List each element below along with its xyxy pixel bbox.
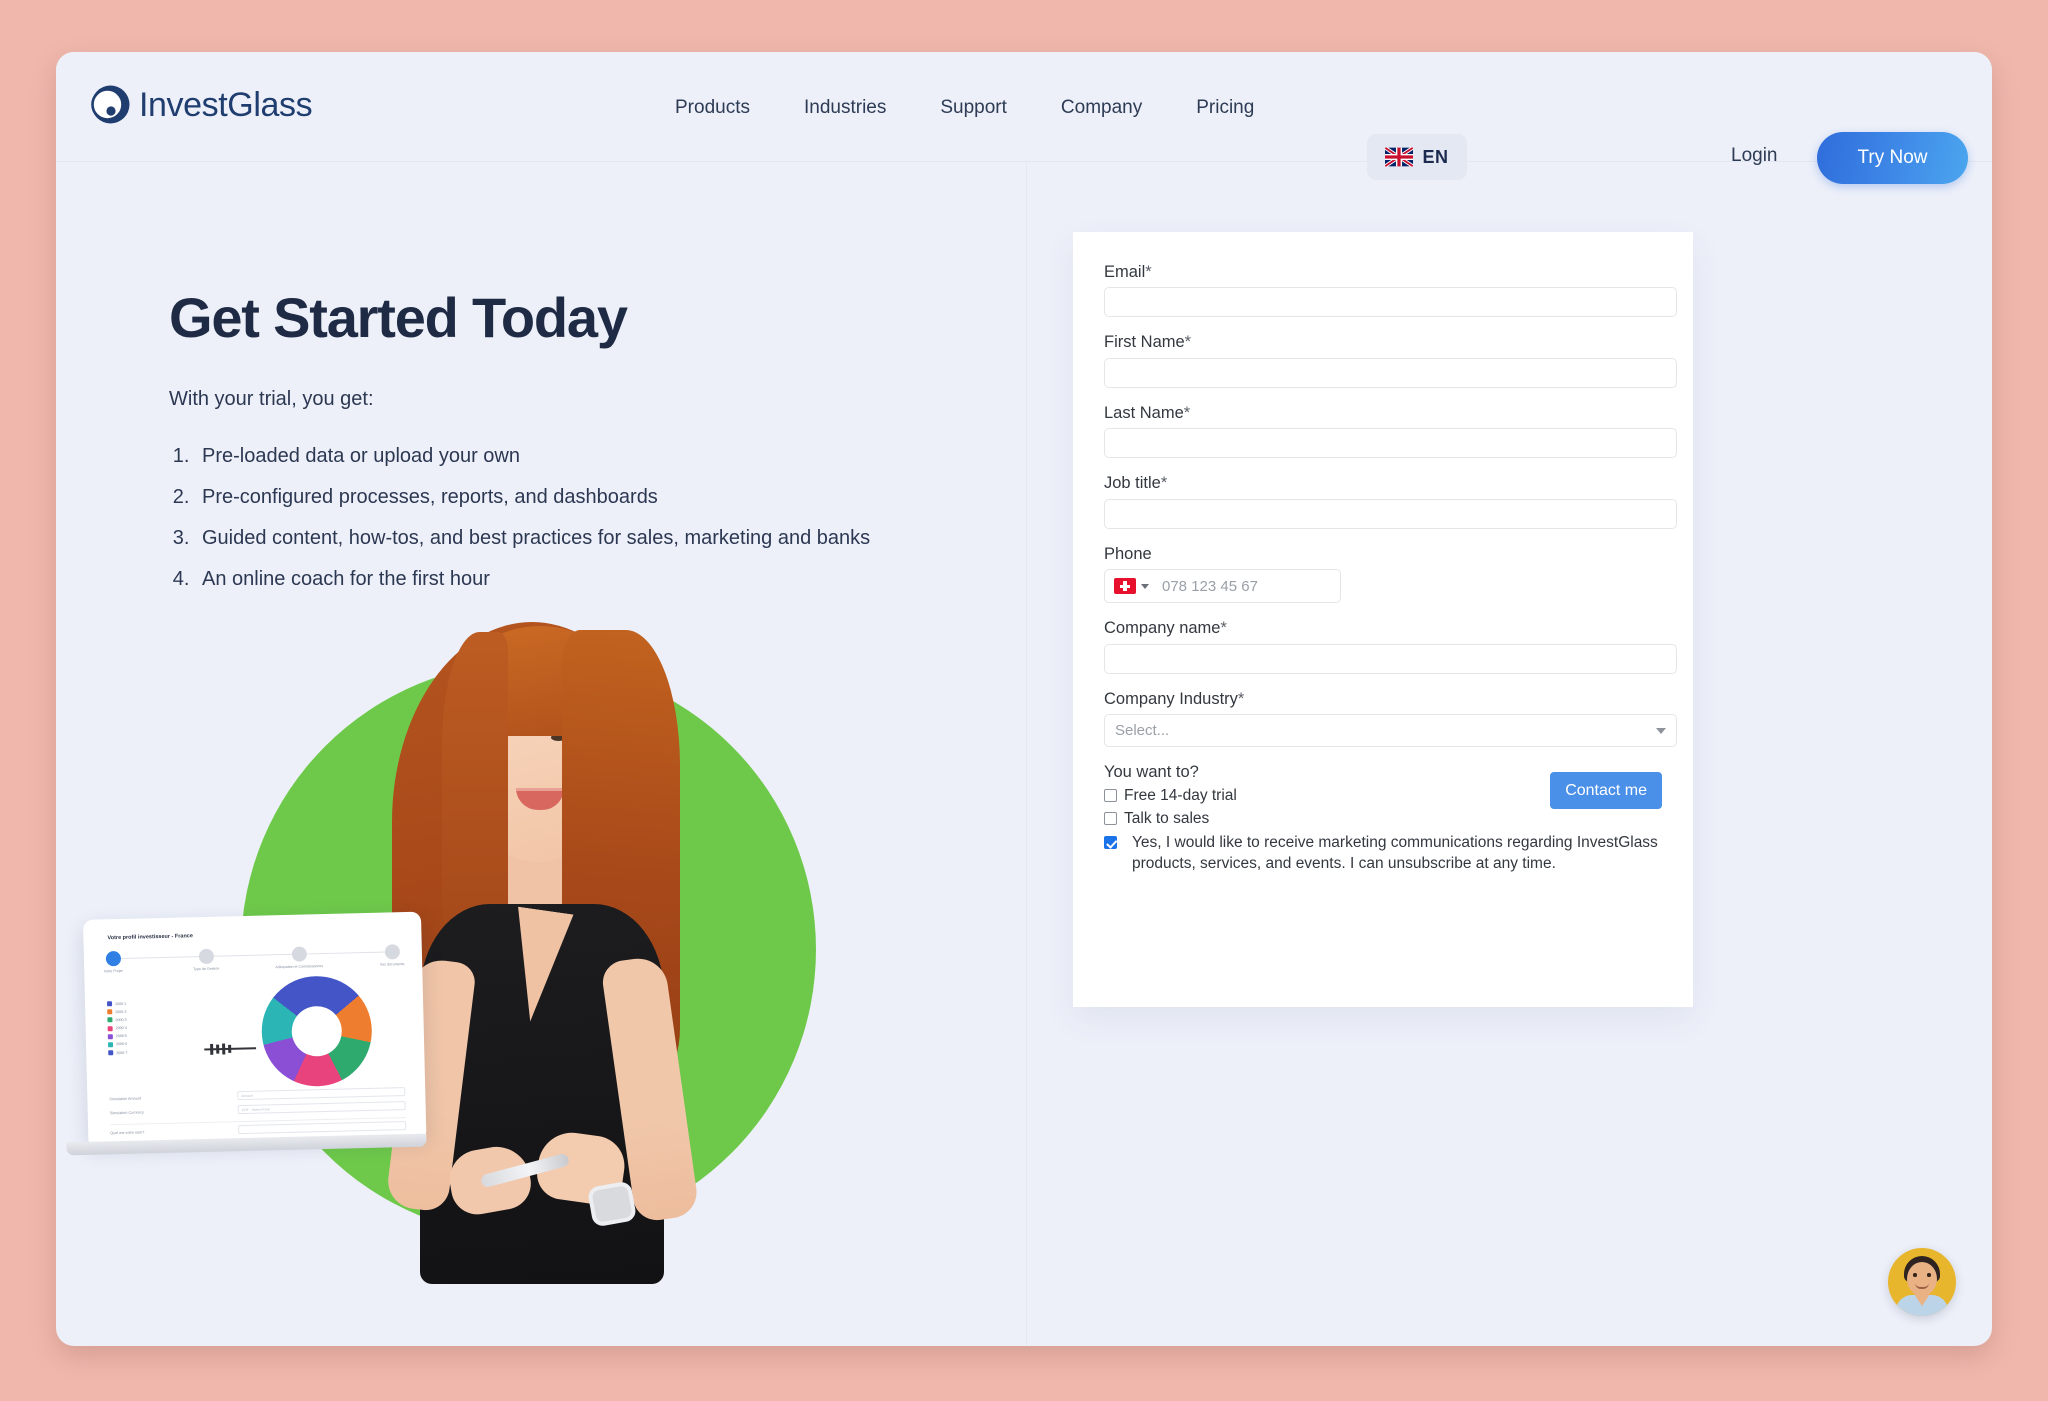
company-industry-select[interactable]: Select...: [1104, 714, 1677, 748]
marketing-consent-label[interactable]: Yes, I would like to receive marketing c…: [1124, 833, 1669, 875]
benefit-item: Pre-loaded data or upload your own: [195, 441, 1009, 471]
phone-label: Phone: [1104, 544, 1152, 563]
mockup-step-label: Adéquation et Connaissances: [275, 964, 324, 970]
company-industry-label: Company Industry*: [1104, 689, 1245, 708]
mockup-donut-chart: [260, 974, 374, 1088]
job-title-label: Job title*: [1104, 474, 1168, 493]
talk-to-sales-checkbox[interactable]: [1104, 812, 1117, 826]
hero-intro: With your trial, you get:: [169, 387, 374, 410]
mockup-clip-graphic: [204, 1042, 257, 1055]
site-header: InvestGlass Products Industries Support …: [56, 52, 1992, 184]
laptop-mockup: Votre profil investisseur - France Votre…: [61, 911, 427, 1171]
mockup-title: Votre profil investisseur - France: [107, 933, 193, 942]
nav-item-products[interactable]: Products: [648, 98, 777, 117]
switzerland-flag-icon: [1114, 578, 1136, 595]
marketing-consent-checkbox[interactable]: [1104, 836, 1117, 850]
mockup-step-label: Votre Projet: [103, 968, 123, 974]
mockup-step-label: Vos documents: [379, 962, 405, 967]
brand-logo-link[interactable]: InvestGlass: [88, 82, 313, 127]
job-title-field[interactable]: [1104, 498, 1677, 529]
form-submit-row: Contact me: [1550, 772, 1662, 809]
signup-form-card: Email* First Name* Last Name* Job title*…: [1073, 232, 1693, 1007]
brand-name: InvestGlass: [139, 85, 313, 124]
talk-to-sales-label[interactable]: Talk to sales: [1124, 809, 1209, 830]
mockup-step-label: Type de Gestion: [193, 966, 220, 972]
hero-illustration: Votre profil investisseur - France Votre…: [56, 592, 986, 1312]
phone-field-group: [1104, 569, 1341, 604]
page-title: Get Started Today: [169, 286, 628, 349]
hero-column: Get Started Today With your trial, you g…: [169, 162, 1009, 605]
email-label: Email*: [1104, 263, 1152, 281]
free-trial-checkbox[interactable]: [1104, 788, 1117, 802]
nav-item-company[interactable]: Company: [1034, 98, 1169, 117]
first-name-field[interactable]: [1104, 357, 1677, 388]
intent-option-sales[interactable]: Talk to sales: [1104, 809, 1680, 830]
last-name-field[interactable]: [1104, 428, 1677, 459]
nav-item-pricing[interactable]: Pricing: [1169, 98, 1281, 117]
benefit-item: Guided content, how-tos, and best practi…: [195, 523, 1009, 553]
company-name-label: Company name*: [1104, 619, 1227, 638]
nav-item-support[interactable]: Support: [913, 98, 1034, 117]
country-code-selector[interactable]: [1105, 570, 1156, 602]
company-name-field[interactable]: [1104, 643, 1677, 674]
nav-item-industries[interactable]: Industries: [777, 98, 913, 117]
benefits-list: Pre-loaded data or upload your own Pre-c…: [195, 441, 1009, 594]
mockup-step-indicator: Votre Projet Type de Gestion Adéquation …: [103, 944, 405, 977]
mockup-chart-legend: 2000-1 2000-2 2000-3 2000-4 2000-5 2000-…: [106, 1001, 128, 1059]
first-name-label: First Name*: [1104, 333, 1192, 352]
benefit-item: An online coach for the first hour: [195, 564, 1009, 594]
investglass-circle-logo-icon: [88, 82, 133, 127]
company-industry-select-wrapper: Select...: [1104, 714, 1677, 748]
last-name-label: Last Name*: [1104, 403, 1191, 422]
free-trial-label[interactable]: Free 14-day trial: [1124, 786, 1237, 807]
page-content: Get Started Today With your trial, you g…: [56, 162, 1992, 1346]
benefit-item: Pre-configured processes, reports, and d…: [195, 482, 1009, 512]
laptop-screen: Votre profil investisseur - France Votre…: [82, 911, 427, 1144]
page-card: InvestGlass Products Industries Support …: [56, 52, 1992, 1346]
main-navigation: Products Industries Support Company Pric…: [648, 52, 1281, 162]
chevron-down-icon: [1141, 583, 1149, 589]
marketing-consent-row[interactable]: Yes, I would like to receive marketing c…: [1104, 833, 1680, 875]
email-field[interactable]: [1104, 287, 1677, 318]
chat-widget-avatar[interactable]: [1888, 1248, 1956, 1316]
contact-me-button[interactable]: Contact me: [1550, 772, 1662, 809]
column-divider: [1026, 162, 1027, 1346]
phone-number-field[interactable]: [1156, 570, 1340, 603]
